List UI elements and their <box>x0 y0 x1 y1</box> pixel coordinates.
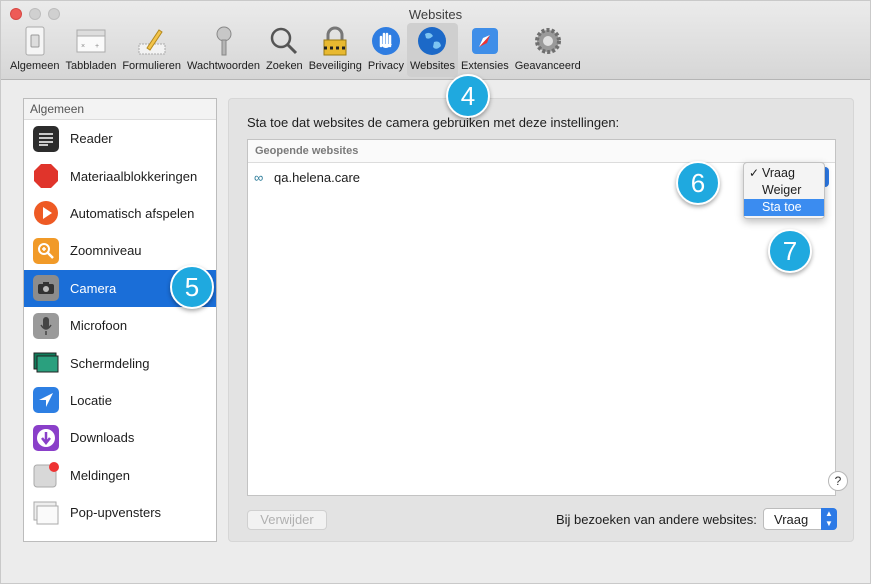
step-badge-7: 7 <box>768 229 812 273</box>
tab-algemeen[interactable]: Algemeen <box>7 23 63 77</box>
tab-label: Beveiliging <box>308 60 362 72</box>
step-badge-6: 6 <box>676 161 720 205</box>
permission-dropdown-menu: Vraag Weiger Sta toe <box>743 162 825 219</box>
tab-websites[interactable]: Websites <box>406 23 458 77</box>
tab-label: Zoeken <box>265 60 303 72</box>
option-sta-toe[interactable]: Sta toe <box>744 199 824 216</box>
remove-button[interactable]: Verwijder <box>247 510 327 530</box>
other-websites-value: Vraag <box>774 512 809 527</box>
sidebar-item-zoomniveau[interactable]: Zoomniveau <box>24 232 216 269</box>
sidebar-item-label: Pop-upvensters <box>70 505 162 521</box>
sidebar-item-automatisch-afspelen[interactable]: Automatisch afspelen <box>24 195 216 232</box>
tab-beveiliging[interactable]: Beveiliging <box>306 23 365 77</box>
sidebar-item-label: Microfoon <box>70 318 128 334</box>
option-vraag[interactable]: Vraag <box>744 165 824 182</box>
play-icon <box>33 200 59 226</box>
padlock-icon <box>319 25 351 57</box>
sidebar-item-meldingen[interactable]: Meldingen <box>24 457 216 494</box>
tab-zoeken[interactable]: Zoeken <box>263 23 306 77</box>
stop-sign-icon <box>33 163 59 189</box>
step-badge-4: 4 <box>446 74 490 118</box>
table-header: Geopende websites <box>248 140 835 163</box>
sidebar-item-downloads[interactable]: Downloads <box>24 419 216 456</box>
tab-label: Formulieren <box>122 60 182 72</box>
camera-icon <box>33 275 59 302</box>
tab-label: Geavanceerd <box>514 60 581 72</box>
sidebar-item-pop-upvensters[interactable]: Pop-upvensters <box>24 494 216 531</box>
help-button[interactable]: ? <box>828 471 848 491</box>
svg-text:×: × <box>81 43 85 50</box>
sidebar-item-reader[interactable]: Reader <box>24 120 216 157</box>
microphone-icon <box>33 312 59 339</box>
sidebar-item-schermdeling[interactable]: Schermdeling <box>24 344 216 381</box>
tab-label: Tabbladen <box>65 60 117 72</box>
sidebar-item-label: Meldingen <box>70 467 130 483</box>
row-site: ∞ qa.helena.care <box>254 170 360 185</box>
tab-formulieren[interactable]: Formulieren <box>119 23 184 77</box>
tab-label: Extensies <box>461 60 509 72</box>
tab-tabbladen[interactable]: × + Tabbladen <box>63 23 120 77</box>
sidebar-item-label: Zoomniveau <box>70 243 142 259</box>
sidebar-item-label: Downloads <box>70 430 135 446</box>
magnifier-icon <box>268 25 300 57</box>
notification-icon <box>33 462 59 488</box>
preferences-toolbar: Algemeen × + Tabbladen Formulieren Wachtw… <box>7 23 584 77</box>
websites-table: Geopende websites ∞ qa.helena.care Vraag… <box>247 139 836 496</box>
tab-privacy[interactable]: Privacy <box>365 23 407 77</box>
window-title: Websites <box>408 7 463 22</box>
popup-window-icon <box>33 500 59 526</box>
svg-text:+: + <box>95 43 99 50</box>
titlebar: Websites Algemeen × + Tabbladen Formulier… <box>1 1 870 80</box>
sidebar: Algemeen Reader Materiaalblokkeringen Au… <box>23 98 217 542</box>
puzzle-compass-icon <box>469 25 501 57</box>
globe-icon <box>416 25 448 57</box>
sidebar-item-label: Locatie <box>70 392 112 408</box>
sidebar-item-label: Schermdeling <box>70 355 150 371</box>
switch-icon <box>19 25 51 57</box>
tab-label: Privacy <box>367 60 404 72</box>
sidebar-item-label: Materiaalblokkeringen <box>70 168 198 184</box>
site-name: qa.helena.care <box>274 170 361 185</box>
website-link-icon: ∞ <box>254 170 264 185</box>
preferences-window: Websites Algemeen × + Tabbladen Formulier… <box>0 0 871 584</box>
tab-label: Wachtwoorden <box>187 60 260 72</box>
screen-sharing-icon <box>33 350 59 376</box>
sidebar-item-label: Automatisch afspelen <box>70 205 195 221</box>
reader-icon <box>33 125 59 152</box>
sidebar-header: Algemeen <box>24 99 216 120</box>
gear-icon <box>532 25 564 57</box>
hand-icon <box>370 25 402 57</box>
sidebar-item-label: Camera <box>70 280 117 296</box>
sidebar-item-materiaalblokkeringen[interactable]: Materiaalblokkeringen <box>24 157 216 194</box>
sidebar-item-microfoon[interactable]: Microfoon <box>24 307 216 344</box>
option-weiger[interactable]: Weiger <box>744 182 824 199</box>
tab-label: Websites <box>409 60 455 72</box>
other-websites-label: Bij bezoeken van andere websites: <box>556 512 757 527</box>
tab-geavanceerd[interactable]: Geavanceerd <box>512 23 584 77</box>
sidebar-item-label: Reader <box>70 131 113 147</box>
panel-description: Sta toe dat websites de camera gebruiken… <box>247 115 620 130</box>
zoom-icon <box>33 237 59 264</box>
tab-label: Algemeen <box>10 60 60 72</box>
tab-wachtwoorden[interactable]: Wachtwoorden <box>184 23 263 77</box>
other-websites-select[interactable]: Vraag ▲ ▼ <box>763 508 837 530</box>
select-arrows-icon: ▲ ▼ <box>821 508 837 530</box>
download-icon <box>33 424 59 451</box>
settings-panel: Sta toe dat websites de camera gebruiken… <box>228 98 854 542</box>
step-badge-5: 5 <box>170 265 214 309</box>
pencil-form-icon <box>136 25 168 57</box>
key-icon <box>208 25 240 57</box>
sidebar-item-locatie[interactable]: Locatie <box>24 382 216 419</box>
tabs-icon: × + <box>75 25 107 57</box>
tab-extensies[interactable]: Extensies <box>458 23 512 77</box>
preferences-content: Algemeen Reader Materiaalblokkeringen Au… <box>7 83 865 577</box>
location-arrow-icon <box>33 387 59 414</box>
